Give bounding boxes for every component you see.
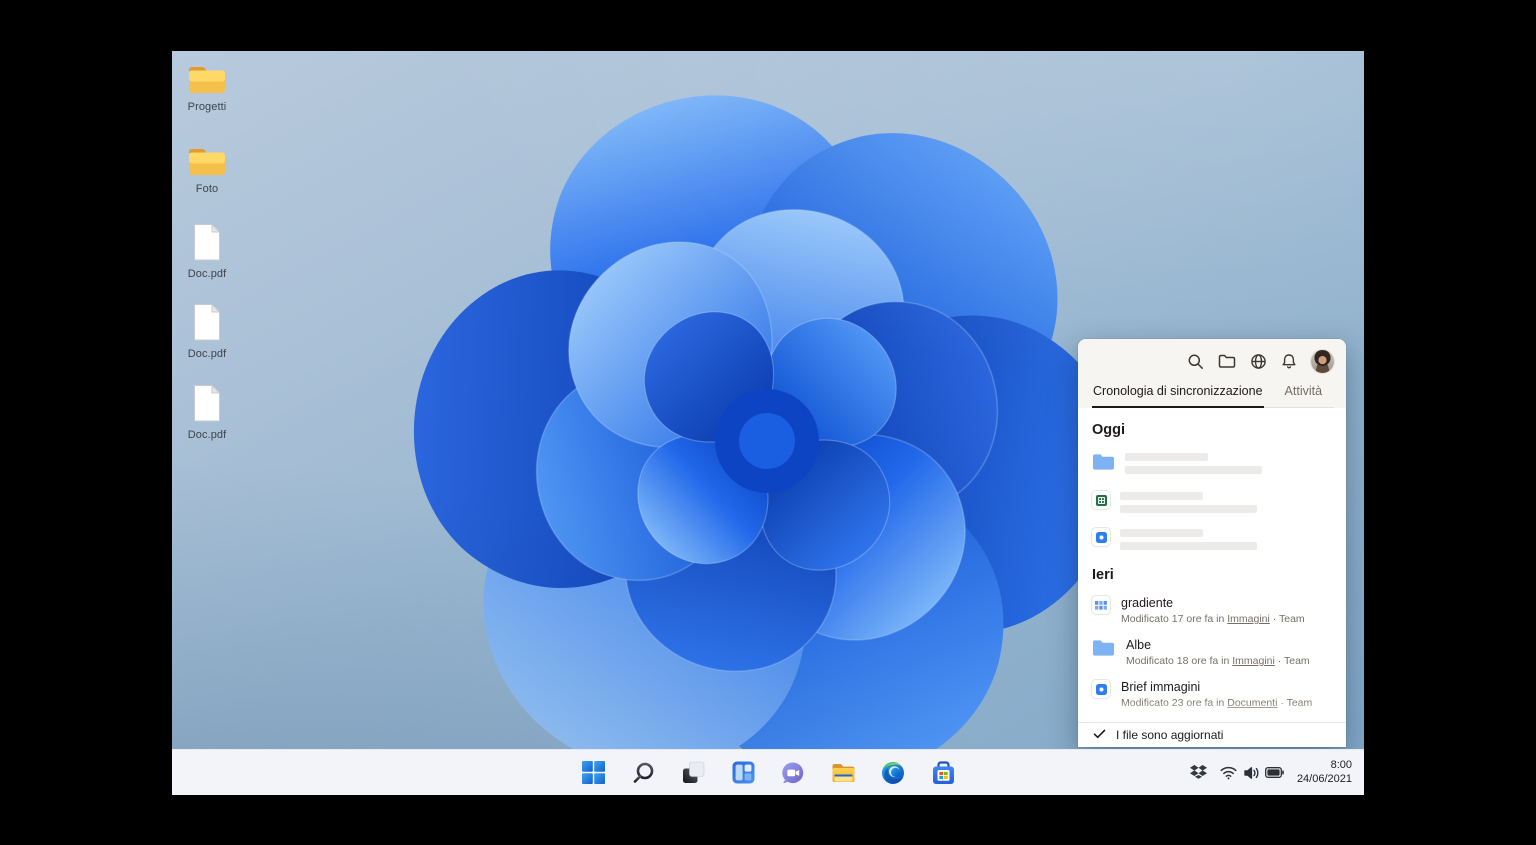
globe-icon[interactable] [1250,348,1267,374]
store-button[interactable] [930,760,956,786]
user-avatar[interactable] [1311,350,1334,373]
file-explorer-icon [831,762,856,784]
file-name: Albe [1126,638,1310,652]
desktop-icon-doc-pdf-2[interactable]: Doc.pdf [172,303,242,360]
folder-icon[interactable] [1218,348,1236,374]
taskbar-clock[interactable]: 8:00 24/06/2021 [1297,759,1352,787]
meta-link-immagini[interactable]: Immagini [1232,655,1275,667]
edge-button[interactable] [880,760,906,786]
file-name: Brief immagini [1121,680,1312,694]
desktop-icon-label: Foto [172,183,242,195]
start-button[interactable] [580,760,606,786]
skeleton-bar [1120,505,1257,513]
widgets-icon [732,761,755,784]
folder-icon [1092,638,1115,662]
skeleton-bar [1120,529,1203,537]
file-row-albe[interactable]: Albe Modificato 18 ore fa in Immagini · … [1092,638,1332,667]
clock-date: 24/06/2021 [1297,773,1352,787]
chat-button[interactable] [780,760,806,786]
skeleton-bar [1120,492,1203,500]
desktop-icon-label: Progetti [172,101,242,113]
desktop-icon-foto[interactable]: Foto [172,145,242,195]
task-view-button[interactable] [680,760,706,786]
desktop-icon-progetti[interactable]: Progetti [172,63,242,113]
edge-browser-icon [881,761,905,785]
section-title-yesterday: Ieri [1092,567,1332,583]
wallpaper-bloom-graphic [327,51,1207,795]
paper-doc-icon [1092,680,1110,698]
check-icon [1093,728,1106,742]
spreadsheet-file-icon [1092,491,1110,509]
dropbox-panel: Cronologia di sincronizzazione Attività … [1078,339,1346,747]
skeleton-bar [1125,453,1208,461]
skeleton-row [1092,452,1332,476]
meta-link-documenti[interactable]: Documenti [1227,697,1277,709]
file-meta: Modificato 18 ore fa in Immagini · Team [1126,655,1310,667]
sync-status-text: I file sono aggiornati [1116,728,1223,742]
dropbox-tray-icon[interactable] [1189,760,1209,786]
file-explorer-button[interactable] [830,760,856,786]
desktop-icon-label: Doc.pdf [172,429,242,441]
volume-icon[interactable] [1242,760,1262,786]
document-icon [172,223,242,262]
file-row-brief-immagini[interactable]: Brief immagini Modificato 23 ore fa in D… [1092,680,1332,709]
desktop-icon-doc-pdf-1[interactable]: Doc.pdf [172,223,242,280]
desktop-icon-label: Doc.pdf [172,348,242,360]
sync-status-bar: I file sono aggiornati [1078,722,1346,747]
battery-icon[interactable] [1265,760,1285,786]
desktop: Progetti Foto Doc.pdf Doc.pdf [172,51,1364,795]
file-meta: Modificato 23 ore fa in Documenti · Team [1121,697,1312,709]
desktop-icon-doc-pdf-3[interactable]: Doc.pdf [172,384,242,441]
dropbox-panel-header: Cronologia di sincronizzazione Attività [1078,339,1346,408]
wifi-icon[interactable] [1219,760,1239,786]
task-view-icon [682,761,705,784]
windows-logo-icon [582,761,605,784]
tab-activity[interactable]: Attività [1284,380,1324,407]
folder-icon [1092,452,1115,476]
search-icon[interactable] [1187,348,1204,374]
panel-tabs: Cronologia di sincronizzazione Attività [1092,374,1334,408]
bell-icon[interactable] [1281,348,1297,374]
sync-history-list: Oggi [1078,408,1346,722]
section-title-today: Oggi [1092,422,1332,438]
desktop-icon-label: Doc.pdf [172,268,242,280]
search-icon [632,761,655,784]
taskbar: 8:00 24/06/2021 [172,749,1364,795]
teams-chat-icon [781,761,805,785]
file-row-gradiente[interactable]: gradiente Modificato 17 ore fa in Immagi… [1092,596,1332,625]
skeleton-bar [1120,542,1257,550]
meta-link-immagini[interactable]: Immagini [1227,613,1270,625]
file-meta: Modificato 17 ore fa in Immagini · Team [1121,613,1305,625]
tab-sync-history[interactable]: Cronologia di sincronizzazione [1092,380,1264,408]
image-file-icon [1092,596,1110,614]
clock-time: 8:00 [1297,759,1352,773]
taskbar-search-button[interactable] [630,760,656,786]
skeleton-row [1092,528,1332,550]
microsoft-store-icon [932,761,955,785]
folder-icon [172,63,242,95]
folder-icon [172,145,242,177]
skeleton-bar [1125,466,1262,474]
document-icon [172,303,242,342]
document-icon [172,384,242,423]
widgets-button[interactable] [730,760,756,786]
skeleton-row [1092,491,1332,513]
file-name: gradiente [1121,596,1305,610]
paper-doc-icon [1092,528,1110,546]
